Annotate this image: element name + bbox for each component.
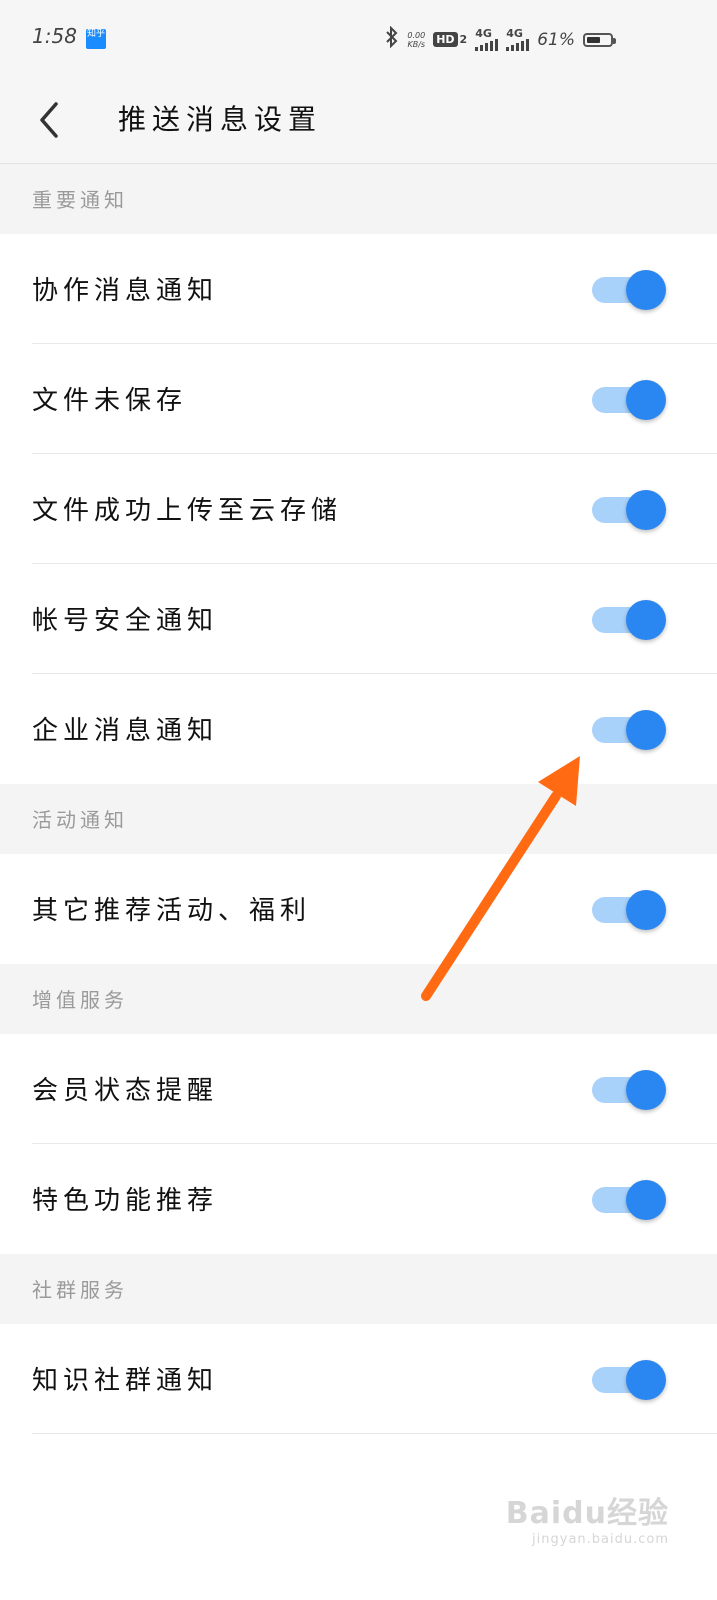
watermark-logo: Baidu经验 [505, 1496, 669, 1531]
section-title: 增值服务 [32, 988, 128, 1012]
battery-icon [583, 32, 616, 47]
signal-bars-icon [475, 39, 499, 51]
hd-voice-icon: HD [433, 32, 458, 47]
toggle-knob [626, 890, 666, 930]
enterprise-message-toggle[interactable] [592, 710, 668, 750]
setting-row-member: 会员状态提醒 [0, 1034, 717, 1144]
setting-label: 文件未保存 [32, 386, 188, 416]
promo-activity-toggle[interactable] [592, 890, 668, 930]
section-header-community: 社群服务 [0, 1254, 717, 1324]
page-title: 推送消息设置 [118, 103, 323, 136]
network-type-label: 4G [506, 27, 523, 40]
upload-success-toggle[interactable] [592, 490, 668, 530]
setting-label: 知识社群通知 [32, 1366, 219, 1396]
section-header-important: 重要通知 [0, 164, 717, 234]
toggle-knob [626, 600, 666, 640]
setting-label: 文件成功上传至云存储 [32, 496, 343, 526]
toggle-knob [626, 1180, 666, 1220]
feature-recommend-toggle[interactable] [592, 1180, 668, 1220]
section-title: 重要通知 [32, 188, 128, 212]
network-speed: 0.00 KB/s [407, 31, 425, 49]
divider [32, 1433, 717, 1434]
setting-row-security: 帐号安全通知 [0, 564, 717, 674]
setting-row-upload: 文件成功上传至云存储 [0, 454, 717, 564]
status-indicators: 0.00 KB/s HD 2 4G 4G 61% [385, 25, 616, 53]
toggle-knob [626, 490, 666, 530]
setting-label: 其它推荐活动、福利 [32, 896, 312, 926]
member-status-toggle[interactable] [592, 1070, 668, 1110]
baidu-jingyan-watermark: Baidu经验 jingyan.baidu.com [506, 1488, 669, 1547]
hd-voice-sub: 2 [459, 33, 468, 46]
collab-notify-toggle[interactable] [592, 270, 668, 310]
setting-row-collab: 协作消息通知 [0, 234, 717, 344]
setting-row-community: 知识社群通知 [0, 1324, 717, 1434]
watermark-url: jingyan.baidu.com [532, 1532, 669, 1547]
setting-label: 特色功能推荐 [32, 1186, 219, 1216]
signal-sim2: 4G [506, 27, 530, 51]
status-time: 1:58 [32, 24, 77, 48]
app-header: 推送消息设置 [0, 78, 717, 164]
setting-label: 企业消息通知 [32, 716, 219, 746]
section-header-activity: 活动通知 [0, 784, 717, 854]
signal-bars-icon [506, 39, 530, 51]
battery-percent: 61% [537, 29, 575, 50]
unsaved-file-toggle[interactable] [592, 380, 668, 420]
account-security-toggle[interactable] [592, 600, 668, 640]
bluetooth-icon [385, 25, 399, 53]
toggle-knob [626, 380, 666, 420]
setting-row-enterprise: 企业消息通知 [0, 674, 717, 784]
toggle-knob [626, 1070, 666, 1110]
status-bar: 1:58 知乎 0.00 KB/s HD 2 4G 4G 61% [0, 0, 717, 78]
setting-label: 会员状态提醒 [32, 1076, 219, 1106]
zhihu-app-icon: 知乎 [86, 29, 106, 49]
toggle-knob [626, 1360, 666, 1400]
setting-label: 帐号安全通知 [32, 606, 219, 636]
setting-row-promo: 其它推荐活动、福利 [0, 854, 717, 964]
network-speed-unit: KB/s [407, 39, 426, 49]
section-title: 社群服务 [32, 1278, 128, 1302]
toggle-knob [626, 270, 666, 310]
setting-label: 协作消息通知 [32, 276, 219, 306]
setting-row-feature: 特色功能推荐 [0, 1144, 717, 1254]
setting-row-unsaved: 文件未保存 [0, 344, 717, 454]
toggle-knob [626, 710, 666, 750]
back-arrow-icon[interactable] [34, 98, 74, 142]
network-type-label: 4G [475, 27, 492, 40]
signal-sim1: 4G [475, 27, 499, 51]
battery-fill [587, 36, 600, 43]
section-header-value-added: 增值服务 [0, 964, 717, 1034]
network-speed-value: 0.00 [407, 30, 426, 40]
community-notify-toggle[interactable] [592, 1360, 668, 1400]
section-title: 活动通知 [32, 808, 128, 832]
